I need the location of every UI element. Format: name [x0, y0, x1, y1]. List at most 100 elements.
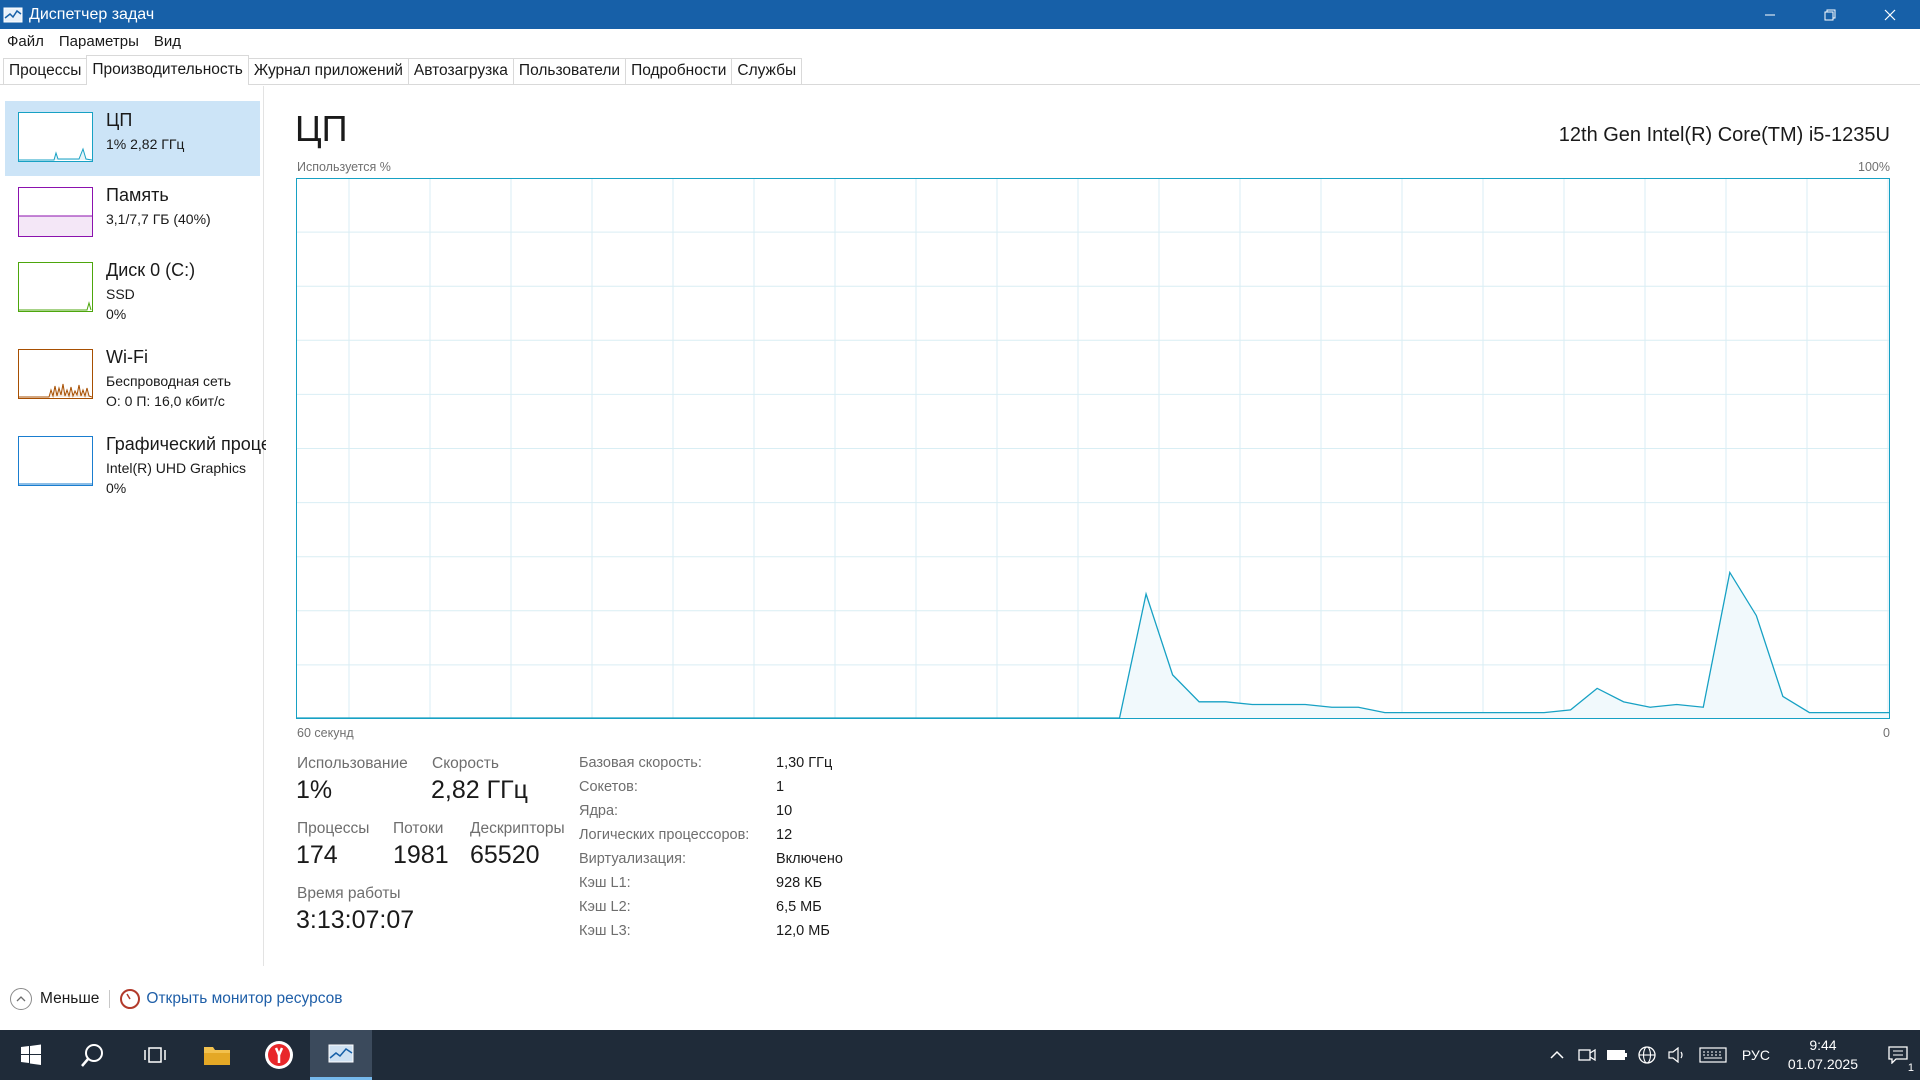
spec-value: 928 КБ: [776, 875, 823, 891]
system-tray: РУС 9:44 01.07.2025 1: [1542, 1030, 1920, 1080]
search-icon: [81, 1044, 103, 1067]
notification-count: 1: [1907, 1062, 1914, 1074]
minimize-button[interactable]: [1740, 0, 1800, 29]
close-icon: [1884, 9, 1896, 20]
spec-key: Сокетов:: [579, 779, 638, 795]
tab-app-history[interactable]: Журнал приложений: [247, 58, 409, 84]
sidebar-item-detail: 3,1/7,7 ГБ (40%): [106, 211, 211, 227]
start-button[interactable]: [0, 1030, 62, 1080]
open-resource-monitor-link[interactable]: Открыть монитор ресурсов: [120, 989, 343, 1009]
tab-details[interactable]: Подробности: [625, 58, 733, 84]
tab-processes[interactable]: Процессы: [3, 58, 88, 84]
sidebar-item-title: ЦП: [106, 110, 133, 130]
battery-button[interactable]: [1602, 1030, 1632, 1080]
spec-value: 12: [776, 827, 793, 843]
y-axis-max-label: 100%: [1858, 160, 1890, 174]
spec-key: Логических процессоров:: [579, 827, 750, 843]
touch-keyboard-button[interactable]: [1692, 1030, 1734, 1080]
network-button[interactable]: [1632, 1030, 1662, 1080]
open-resource-monitor-label: Открыть монитор ресурсов: [146, 990, 343, 1007]
task-manager-icon: [328, 1044, 354, 1062]
show-hidden-icons-button[interactable]: [1542, 1030, 1572, 1080]
page-title: ЦП: [295, 108, 348, 149]
cpu-usage-line: [297, 570, 1889, 719]
usage-label: Использование: [297, 755, 408, 772]
tab-users[interactable]: Пользователи: [512, 58, 627, 84]
sidebar-item-detail: Беспроводная сеть: [106, 373, 232, 389]
camera-icon: [1578, 1048, 1596, 1062]
spec-value: 12,0 МБ: [776, 923, 830, 939]
restore-button[interactable]: [1800, 0, 1860, 29]
meet-now-button[interactable]: [1572, 1030, 1602, 1080]
close-button[interactable]: [1860, 0, 1920, 29]
chart-grid: [296, 178, 1890, 719]
footer-bar: Меньше Открыть монитор ресурсов: [0, 984, 1920, 1014]
usage-value: 1%: [296, 776, 333, 804]
sidebar-item-gpu[interactable]: Графический процессор 0 Intel(R) UHD Gra…: [5, 425, 266, 500]
sidebar-item-title: Диск 0 (C:): [106, 260, 196, 280]
spec-key: Кэш L3:: [579, 923, 631, 939]
clock-date: 01.07.2025: [1787, 1056, 1858, 1072]
uptime-value: 3:13:07:07: [296, 906, 415, 934]
taskbar: РУС 9:44 01.07.2025 1: [0, 1030, 1920, 1080]
spec-value: 1,30 ГГц: [776, 755, 833, 771]
minimize-icon: [1765, 14, 1775, 15]
tab-services[interactable]: Службы: [731, 58, 803, 84]
spec-value: 10: [776, 803, 793, 819]
disk-thumbnail: [18, 262, 93, 312]
fewer-details-button[interactable]: Меньше: [10, 988, 99, 1010]
tab-performance[interactable]: Производительность: [86, 55, 249, 85]
sidebar-item-wifi[interactable]: Wi-Fi Беспроводная сеть О: 0 П: 16,0 кби…: [5, 338, 260, 413]
sidebar-item-detail: 0%: [106, 306, 127, 322]
sidebar-item-disk[interactable]: Диск 0 (C:) SSD 0%: [5, 251, 260, 326]
menu-bar: Файл Параметры Вид: [0, 29, 1920, 53]
task-view-button[interactable]: [124, 1030, 186, 1080]
clock[interactable]: 9:44 01.07.2025: [1788, 1036, 1858, 1074]
input-language-button[interactable]: РУС: [1734, 1030, 1778, 1080]
sidebar-item-detail: 1% 2,82 ГГц: [106, 136, 185, 152]
notifications-button[interactable]: 1: [1876, 1030, 1920, 1080]
fewer-details-label: Меньше: [40, 990, 100, 1007]
footer-divider: [109, 990, 111, 1008]
sidebar-item-detail: 0%: [106, 480, 127, 496]
x-axis-end-label: 0: [1883, 726, 1890, 740]
file-explorer-button[interactable]: [186, 1030, 248, 1080]
volume-button[interactable]: [1662, 1030, 1692, 1080]
sidebar-item-detail: Intel(R) UHD Graphics: [106, 460, 247, 476]
y-axis-label: Используется %: [297, 160, 391, 174]
search-button[interactable]: [62, 1030, 124, 1080]
spec-value: 6,5 МБ: [776, 899, 822, 915]
menu-file[interactable]: Файл: [7, 33, 44, 50]
memory-thumbnail: [18, 187, 93, 237]
cpu-usage-area: [297, 572, 1889, 718]
speed-label: Скорость: [432, 755, 499, 772]
spec-key: Кэш L2:: [579, 899, 631, 915]
windows-logo-icon: [21, 1044, 41, 1065]
cpu-thumbnail: [18, 112, 93, 162]
processes-label: Процессы: [297, 820, 370, 837]
threads-label: Потоки: [393, 820, 444, 837]
task-view-icon: [144, 1047, 166, 1063]
title-bar: Диспетчер задач: [0, 0, 1920, 29]
menu-options[interactable]: Параметры: [59, 33, 139, 50]
sidebar-item-detail: SSD: [106, 286, 135, 302]
resource-sidebar: ЦП 1% 2,82 ГГц Память 3,1/7,7 ГБ (40%) Д…: [0, 86, 266, 966]
yandex-browser-button[interactable]: [248, 1030, 310, 1080]
resource-monitor-icon: [120, 989, 141, 1009]
task-manager-taskbar-button[interactable]: [310, 1030, 372, 1080]
restore-icon: [1824, 9, 1836, 20]
menu-view[interactable]: Вид: [154, 33, 181, 50]
sidebar-item-detail: О: 0 П: 16,0 кбит/с: [106, 393, 225, 409]
threads-value: 1981: [393, 841, 449, 869]
sidebar-item-title: Wi-Fi: [106, 347, 148, 367]
keyboard-icon: [1699, 1047, 1727, 1063]
tab-startup[interactable]: Автозагрузка: [407, 58, 514, 84]
sidebar-item-memory[interactable]: Память 3,1/7,7 ГБ (40%): [5, 176, 260, 251]
handles-value: 65520: [470, 841, 540, 869]
chevron-up-icon: [10, 988, 32, 1010]
folder-icon: [204, 1047, 230, 1065]
globe-icon: [1638, 1046, 1656, 1064]
x-axis-start-label: 60 секунд: [297, 726, 354, 740]
handles-label: Дескрипторы: [470, 820, 565, 837]
sidebar-item-cpu[interactable]: ЦП 1% 2,82 ГГц: [5, 101, 260, 176]
